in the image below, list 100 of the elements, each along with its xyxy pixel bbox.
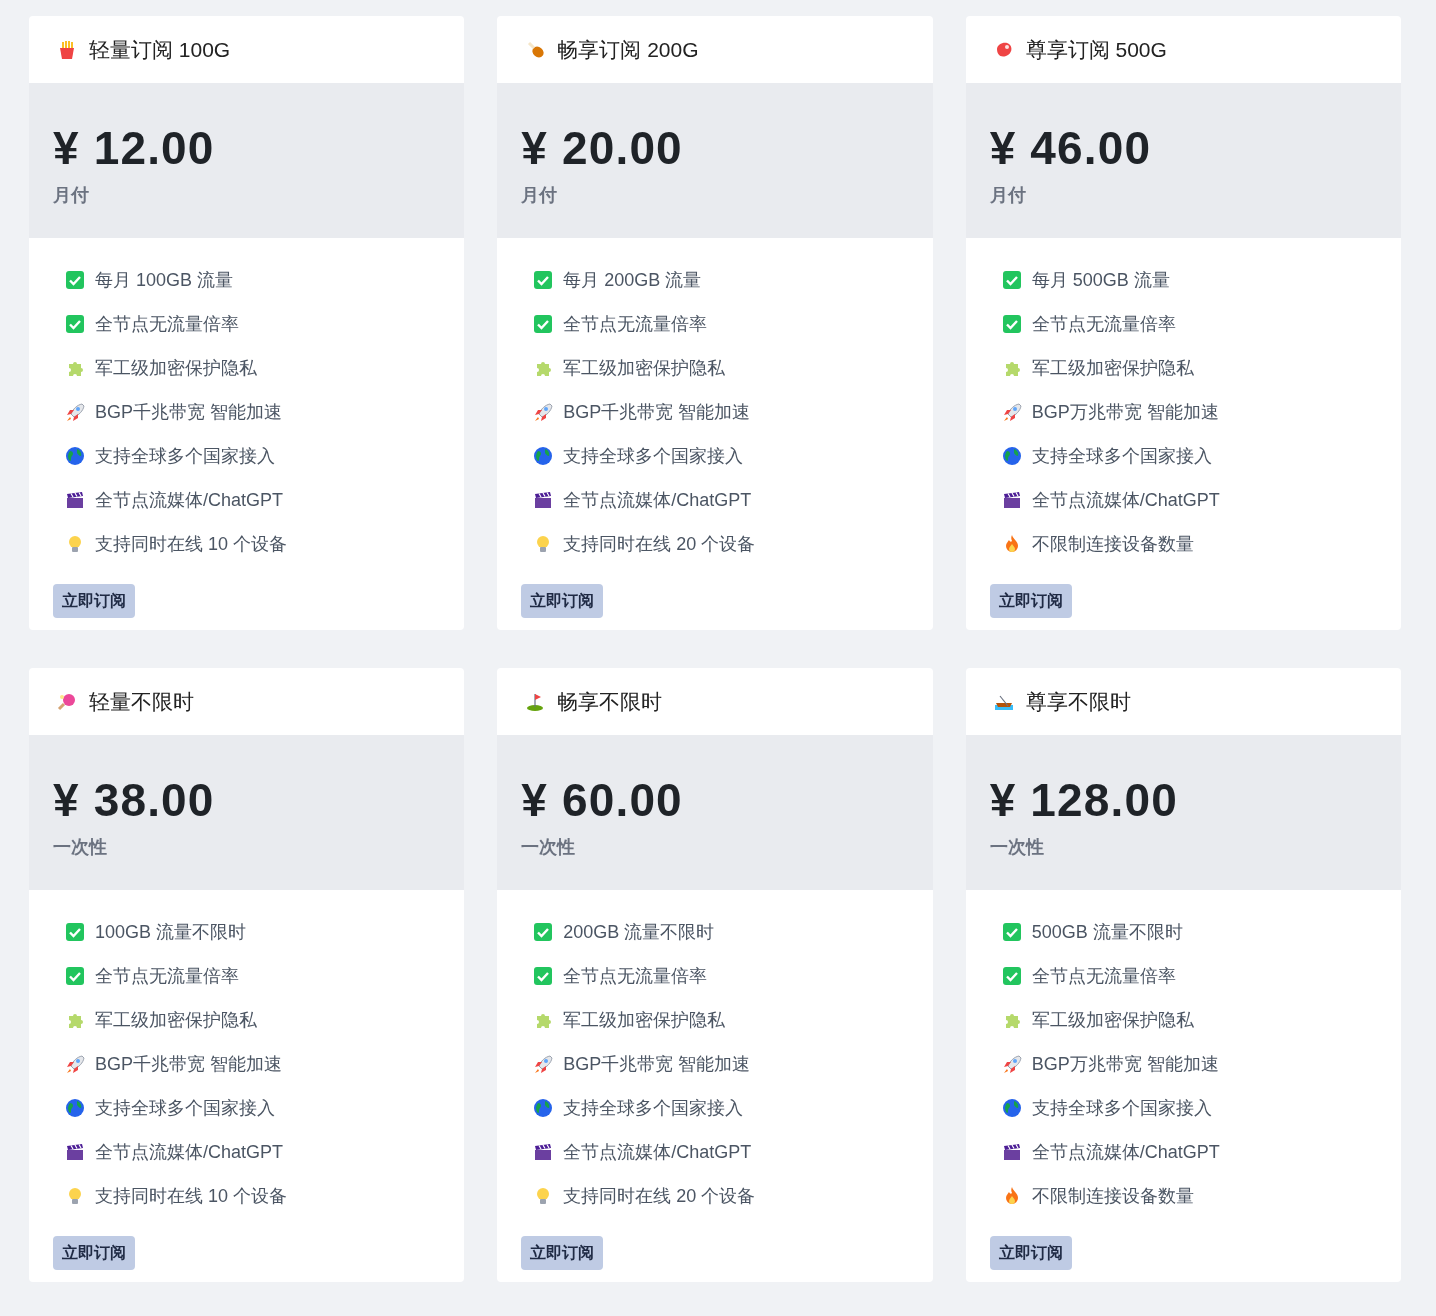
globe-icon [533, 446, 554, 466]
price: ¥ 128.00 [989, 773, 1179, 829]
checkbox-icon [533, 966, 554, 986]
clapperboard-icon [65, 490, 85, 510]
feature-text: 全节点流媒体/ChatGPT [563, 1140, 752, 1164]
feature-text: 100GB 流量不限时 [95, 920, 247, 944]
price: ¥ 46.00 [989, 121, 1153, 177]
feature-text: 军工级加密保护隐私 [1031, 356, 1194, 380]
feature-text: 每月 100GB 流量 [95, 268, 234, 292]
feature-text: 全节点流媒体/ChatGPT [563, 488, 752, 512]
feature-text: 每月 500GB 流量 [1031, 268, 1170, 292]
feature-text: 支持全球多个国家接入 [563, 1096, 744, 1120]
feature-text: 军工级加密保护隐私 [95, 356, 257, 380]
feature-text: 军工级加密保护隐私 [1031, 1008, 1194, 1032]
feature-text: 支持全球多个国家接入 [95, 444, 275, 468]
plan-title: 轻量订阅 100G [89, 36, 231, 63]
checkbox-icon [65, 314, 85, 334]
fries-icon [57, 39, 77, 60]
price: ¥ 20.00 [521, 121, 684, 177]
feature-text: 全节点无流量倍率 [1031, 964, 1176, 988]
plan-title: 轻量不限时 [89, 688, 194, 715]
feature-text: 军工级加密保护隐私 [563, 1008, 726, 1032]
checkbox-icon [533, 314, 554, 334]
clapperboard-icon [65, 1142, 85, 1162]
subscribe-button[interactable]: 立即订阅 [521, 1236, 604, 1270]
plan-title: 尊享不限时 [1025, 688, 1131, 715]
billing-period: 月付 [521, 183, 559, 207]
feature-text: 不限制连接设备数量 [1031, 1184, 1194, 1208]
plan-title: 畅享不限时 [557, 688, 663, 715]
feature-text: 不限制连接设备数量 [1031, 532, 1194, 556]
feature-text: 支持全球多个国家接入 [1031, 1096, 1212, 1120]
clapperboard-icon [1001, 1142, 1022, 1162]
globe-icon [65, 1098, 85, 1118]
feature-text: BGP千兆带宽 智能加速 [95, 400, 282, 424]
feature-text: BGP千兆带宽 智能加速 [95, 1052, 282, 1076]
billing-period: 一次性 [521, 835, 577, 859]
feature-text: 全节点流媒体/ChatGPT [1031, 1140, 1220, 1164]
feature-text: 军工级加密保护隐私 [95, 1008, 257, 1032]
subscribe-button[interactable]: 立即订阅 [989, 1236, 1072, 1270]
feature-text: 支持全球多个国家接入 [1031, 444, 1212, 468]
subscribe-button[interactable]: 立即订阅 [53, 1236, 135, 1270]
globe-icon [1001, 1098, 1022, 1118]
globe-icon [65, 446, 85, 466]
checkbox-icon [65, 922, 85, 942]
feature-text: BGP万兆带宽 智能加速 [1031, 1052, 1219, 1076]
rocket-icon [1001, 402, 1022, 422]
globe-icon [1001, 446, 1022, 466]
checkbox-icon [1001, 270, 1022, 290]
rocket-icon [65, 402, 85, 422]
checkbox-icon [65, 966, 85, 986]
checkbox-icon [1001, 966, 1022, 986]
feature-text: 支持同时在线 20 个设备 [563, 532, 756, 556]
checkbox-icon [1001, 314, 1022, 334]
rocket-icon [533, 1054, 554, 1074]
feature-text: 全节点无流量倍率 [1031, 312, 1176, 336]
feature-text: 支持全球多个国家接入 [563, 444, 744, 468]
clapperboard-icon [1001, 490, 1022, 510]
clapperboard-icon [533, 1142, 554, 1162]
feature-text: 全节点无流量倍率 [95, 964, 239, 988]
feature-text: 200GB 流量不限时 [563, 920, 715, 944]
feature-text: 全节点流媒体/ChatGPT [1031, 488, 1220, 512]
ping-pong-paddle-icon [57, 691, 77, 712]
plan-title: 畅享订阅 200G [557, 36, 699, 63]
subscribe-button[interactable]: 立即订阅 [989, 584, 1072, 618]
feature-text: 每月 200GB 流量 [563, 268, 702, 292]
feature-text: 支持同时在线 10 个设备 [95, 1184, 288, 1208]
feature-text: BGP万兆带宽 智能加速 [1031, 400, 1219, 424]
checkbox-icon [1001, 922, 1022, 942]
feature-text: 支持同时在线 10 个设备 [95, 532, 288, 556]
feature-text: 全节点流媒体/ChatGPT [95, 488, 284, 512]
feature-text: 全节点无流量倍率 [95, 312, 239, 336]
feature-text: 500GB 流量不限时 [1031, 920, 1183, 944]
feature-text: 全节点无流量倍率 [563, 312, 708, 336]
price: ¥ 38.00 [53, 773, 216, 829]
feature-text: 全节点无流量倍率 [563, 964, 708, 988]
feature-text: BGP千兆带宽 智能加速 [563, 400, 751, 424]
clapperboard-icon [533, 490, 554, 510]
rocket-icon [1001, 1054, 1022, 1074]
price: ¥ 12.00 [53, 121, 216, 177]
subscribe-button[interactable]: 立即订阅 [521, 584, 604, 618]
billing-period: 月付 [53, 183, 90, 207]
globe-icon [533, 1098, 554, 1118]
feature-text: BGP千兆带宽 智能加速 [563, 1052, 751, 1076]
billing-period: 一次性 [989, 835, 1045, 859]
price: ¥ 60.00 [521, 773, 684, 829]
rocket-icon [65, 1054, 85, 1074]
checkbox-icon [533, 922, 554, 942]
feature-text: 支持同时在线 20 个设备 [563, 1184, 756, 1208]
billing-period: 月付 [989, 183, 1027, 207]
checkbox-icon [533, 270, 554, 290]
drumstick-icon [525, 39, 546, 60]
golf-flag-icon [525, 691, 546, 712]
feature-text: 全节点流媒体/ChatGPT [95, 1140, 284, 1164]
rocket-icon [533, 402, 554, 422]
plan-title: 尊享订阅 500G [1025, 36, 1167, 63]
checkbox-icon [65, 270, 85, 290]
subscribe-button[interactable]: 立即订阅 [53, 584, 135, 618]
feature-text: 军工级加密保护隐私 [563, 356, 726, 380]
feature-text: 支持全球多个国家接入 [95, 1096, 275, 1120]
billing-period: 一次性 [53, 835, 108, 859]
